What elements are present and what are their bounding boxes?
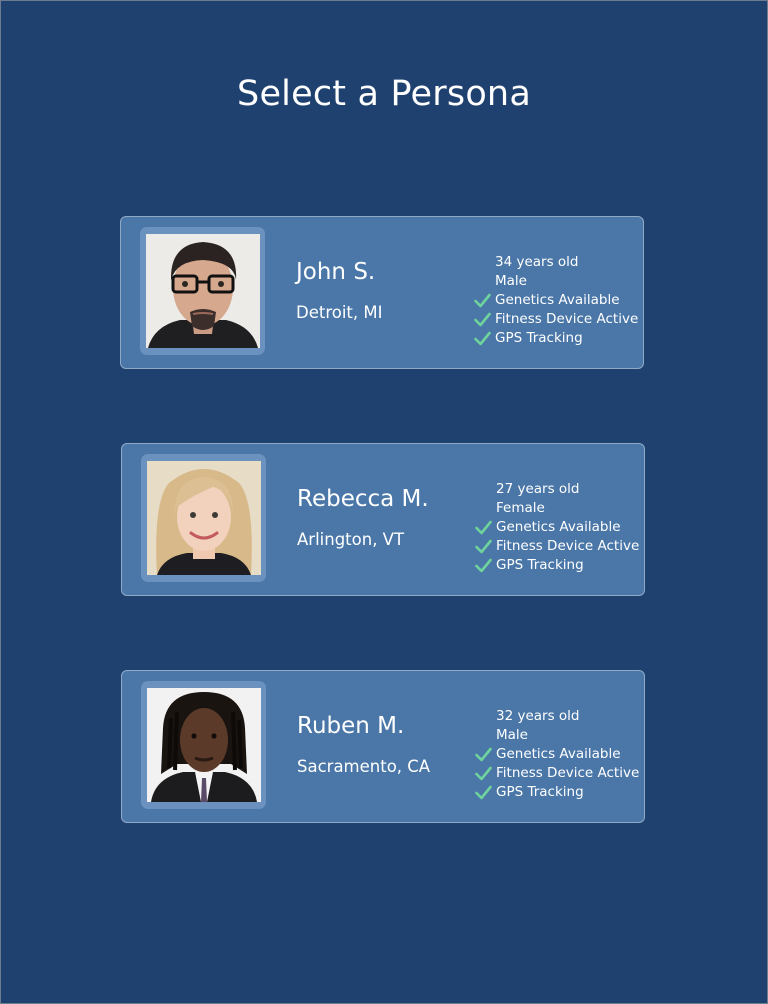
persona-age: 27 years old (496, 481, 580, 497)
persona-details: 34 years old Male Genetics Available Fit… (473, 253, 643, 348)
feature-label: GPS Tracking (495, 330, 583, 346)
persona-gender: Male (496, 727, 528, 743)
feature-label: Fitness Device Active (496, 765, 640, 781)
feature-item: GPS Tracking (474, 556, 644, 575)
feature-item: GPS Tracking (473, 329, 643, 348)
persona-location: Arlington, VT (297, 530, 405, 549)
avatar (147, 461, 261, 575)
page-title: Select a Persona (237, 74, 531, 114)
persona-age: 32 years old (496, 708, 580, 724)
avatar-frame (141, 454, 266, 582)
check-icon (475, 747, 492, 762)
check-icon (475, 539, 492, 554)
check-icon (475, 766, 492, 781)
feature-item: Fitness Device Active (474, 764, 644, 783)
check-icon (474, 293, 491, 308)
check-icon (475, 785, 492, 800)
persona-details: 32 years old Male Genetics Available Fit… (474, 707, 644, 802)
persona-details: 27 years old Female Genetics Available F… (474, 480, 644, 575)
feature-item: Genetics Available (473, 291, 643, 310)
feature-item: GPS Tracking (474, 783, 644, 802)
avatar (147, 688, 261, 802)
feature-item: Genetics Available (474, 745, 644, 764)
avatar (146, 234, 260, 348)
feature-item: Genetics Available (474, 518, 644, 537)
avatar-frame (141, 681, 266, 809)
persona-name: Rebecca M. (297, 486, 429, 512)
check-icon (475, 520, 492, 535)
check-icon (474, 312, 491, 327)
feature-label: Genetics Available (495, 292, 620, 308)
feature-label: Genetics Available (496, 519, 621, 535)
persona-name: John S. (296, 259, 376, 285)
persona-name: Ruben M. (297, 713, 405, 739)
persona-age: 34 years old (495, 254, 579, 270)
feature-label: Fitness Device Active (495, 311, 639, 327)
persona-card-john[interactable]: John S. Detroit, MI 34 years old Male Ge… (120, 216, 644, 369)
feature-label: Fitness Device Active (496, 538, 640, 554)
persona-card-rebecca[interactable]: Rebecca M. Arlington, VT 27 years old Fe… (121, 443, 645, 596)
feature-item: Fitness Device Active (474, 537, 644, 556)
persona-gender: Female (496, 500, 545, 516)
check-icon (474, 331, 491, 346)
feature-label: Genetics Available (496, 746, 621, 762)
persona-location: Sacramento, CA (297, 757, 431, 776)
feature-label: GPS Tracking (496, 557, 584, 573)
persona-location: Detroit, MI (296, 303, 383, 322)
persona-card-ruben[interactable]: Ruben M. Sacramento, CA 32 years old Mal… (121, 670, 645, 823)
feature-label: GPS Tracking (496, 784, 584, 800)
check-icon (475, 558, 492, 573)
persona-gender: Male (495, 273, 527, 289)
avatar-frame (140, 227, 265, 355)
feature-item: Fitness Device Active (473, 310, 643, 329)
